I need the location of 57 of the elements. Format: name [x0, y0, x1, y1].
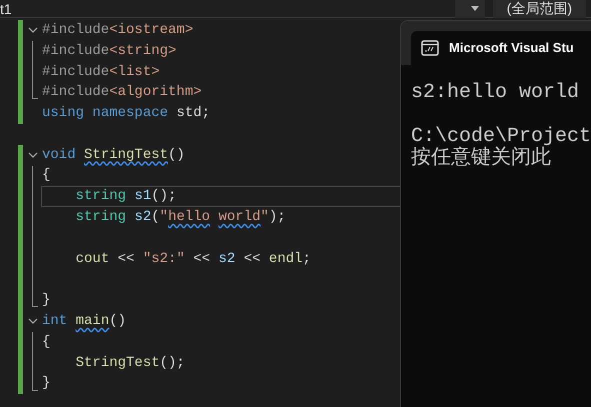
code-token: #include — [42, 20, 110, 40]
code-token: () — [168, 146, 185, 165]
console-tab[interactable]: Microsoft Visual Stu — [411, 31, 591, 65]
code-token: ; — [302, 250, 311, 269]
code-token: } — [42, 291, 50, 310]
fold-chevron-icon[interactable] — [28, 152, 38, 158]
code-token: namespace — [92, 104, 168, 124]
code-token: s2 — [134, 208, 152, 228]
caret-icon — [470, 6, 479, 11]
code-token: << — [193, 250, 210, 269]
code-token: s2 — [218, 250, 236, 269]
code-token: <string> — [109, 42, 176, 61]
code-token: string — [76, 187, 126, 206]
code-token: ( — [151, 208, 160, 228]
scope-dropdown[interactable]: (全局范围) — [492, 0, 586, 18]
file-tab[interactable]: t1 — [0, 2, 12, 16]
code-token: " — [260, 208, 269, 228]
code-token: } — [42, 374, 50, 394]
console-title: Microsoft Visual Stu — [449, 39, 574, 58]
code-token: using — [42, 104, 84, 124]
code-token: world — [218, 208, 260, 228]
code-token: (); — [151, 187, 176, 206]
code-token: #include — [42, 42, 110, 61]
code-token: <list> — [109, 62, 160, 82]
code-token: StringTest — [84, 146, 168, 165]
fold-chevron-icon[interactable] — [28, 27, 38, 33]
code-token: (); — [160, 354, 185, 373]
code-token: #include — [42, 83, 110, 102]
console-output-line: s2:hello world — [411, 82, 580, 104]
code-token: cout — [76, 250, 110, 269]
code-token: main — [76, 312, 110, 332]
code-token: << — [244, 250, 261, 269]
fold-guide-end — [32, 374, 38, 391]
code-token: s1 — [134, 187, 152, 206]
code-token: "s2:" — [142, 250, 185, 269]
code-token: int — [42, 312, 68, 332]
code-token: () — [109, 312, 126, 332]
code-token: { — [42, 166, 50, 186]
code-token: std; — [176, 104, 210, 124]
code-token: << — [118, 250, 134, 269]
fold-guide-end — [32, 82, 38, 100]
code-token: #include — [42, 62, 110, 82]
code-token: hello — [168, 208, 210, 228]
code-token: endl — [268, 250, 303, 269]
code-token: { — [42, 332, 50, 352]
code-token: string — [76, 208, 126, 228]
fold-guide-end — [32, 290, 38, 308]
code-token: <iostream> — [109, 20, 194, 40]
fold-chevron-icon[interactable] — [28, 318, 38, 324]
code-token: <algorithm> — [109, 83, 202, 102]
code-token: void — [42, 146, 76, 165]
code-token: ); — [268, 208, 286, 228]
code-token: " — [160, 208, 168, 228]
console-output-line: 按任意键关闭此 — [411, 148, 552, 170]
member-dropdown[interactable] — [454, 0, 485, 18]
terminal-icon — [421, 40, 439, 56]
code-token: StringTest — [76, 354, 160, 373]
